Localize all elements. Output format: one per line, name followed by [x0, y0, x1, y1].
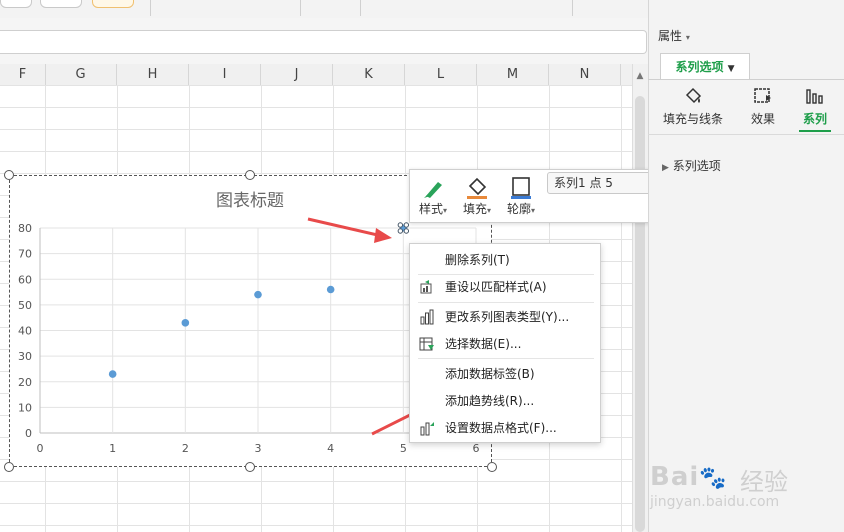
column-header[interactable]: K	[333, 64, 405, 85]
column-header[interactable]: J	[261, 64, 333, 85]
menu-item-format-data-point[interactable]: 设置数据点格式(F)...	[410, 416, 600, 440]
subtab-effects[interactable]: 效果	[745, 86, 781, 127]
column-header[interactable]: G	[45, 64, 117, 85]
style-label: 样式	[418, 202, 443, 216]
active-tab-indicator	[799, 130, 831, 132]
resize-handle[interactable]	[245, 170, 255, 180]
element-selector-value: 系列1 点 5	[554, 176, 613, 190]
column-headers: F G H I J K L M N	[0, 64, 632, 86]
chevron-down-icon: ▾	[685, 33, 690, 42]
resize-handle[interactable]	[487, 462, 497, 472]
brush-icon	[424, 182, 442, 198]
fill-label: 填充	[462, 202, 487, 216]
ribbon-control[interactable]	[0, 0, 32, 8]
ribbon-control[interactable]	[92, 0, 134, 8]
chart-title[interactable]: 图表标题	[180, 186, 320, 211]
ribbon-divider	[300, 0, 301, 16]
column-header[interactable]: M	[477, 64, 549, 85]
menu-item-reset-style[interactable]: 重设以匹配样式(A)	[410, 275, 600, 299]
outline-icon	[511, 177, 531, 199]
fill-tool[interactable]: 填充▾	[458, 174, 496, 217]
style-tool[interactable]: 样式▾	[414, 174, 452, 217]
watermark-url: jingyan.baidu.com	[650, 494, 780, 510]
menu-separator	[418, 358, 594, 359]
menu-item-select-data[interactable]: 选择数据(E)...	[410, 332, 600, 356]
panel-divider	[648, 134, 844, 135]
column-header[interactable]: N	[549, 64, 621, 85]
ribbon-divider	[572, 0, 573, 16]
menu-item-add-trendline[interactable]: 添加趋势线(R)...	[410, 389, 600, 413]
formula-bar[interactable]	[0, 30, 647, 54]
reset-style-icon	[420, 280, 432, 294]
scrollbar-thumb[interactable]	[635, 96, 645, 532]
resize-handle[interactable]	[245, 462, 255, 472]
column-header[interactable]: F	[0, 64, 46, 85]
menu-separator	[418, 302, 594, 303]
bar-chart-icon	[420, 309, 434, 325]
ribbon-divider	[360, 0, 361, 16]
watermark-text: 经验	[740, 468, 788, 496]
resize-handle[interactable]	[4, 462, 14, 472]
column-header[interactable]: I	[189, 64, 261, 85]
ribbon-control[interactable]	[40, 0, 82, 8]
column-header[interactable]: L	[405, 64, 477, 85]
subtab-series[interactable]: 系列	[797, 86, 833, 127]
select-data-icon	[419, 337, 434, 351]
tab-series-options[interactable]: 系列选项 ▼	[660, 53, 750, 79]
format-point-icon	[420, 422, 434, 436]
chevron-down-icon: ▼	[727, 64, 735, 74]
menu-item-delete-series[interactable]: 删除系列(T)	[410, 248, 600, 272]
ribbon-strip	[0, 0, 648, 19]
fill-bucket-icon	[467, 177, 487, 199]
outline-label: 轮廓	[506, 202, 531, 216]
outline-tool[interactable]: 轮廓▾	[502, 174, 540, 217]
resize-handle[interactable]	[4, 170, 14, 180]
column-header[interactable]: H	[117, 64, 189, 85]
watermark-logo: Bai🐾	[650, 462, 728, 492]
series-icon	[806, 89, 823, 104]
context-menu: 删除系列(T) 重设以匹配样式(A) 更改系列图表类型(Y)... 选择数据(E…	[409, 243, 601, 443]
scroll-up-icon[interactable]: ▲	[634, 70, 646, 82]
tab-baseline	[648, 79, 844, 80]
menu-item-add-data-labels[interactable]: 添加数据标签(B)	[410, 362, 600, 386]
panel-title[interactable]: 属性 ▾	[658, 27, 690, 44]
subtab-fill-line[interactable]: 填充与线条	[662, 86, 724, 127]
fill-line-icon	[685, 87, 702, 104]
menu-item-change-chart-type[interactable]: 更改系列图表类型(Y)...	[410, 305, 600, 329]
ribbon-divider	[150, 0, 151, 16]
effects-icon	[754, 88, 771, 103]
chevron-right-icon: ▶	[662, 163, 669, 173]
section-series-options[interactable]: ▶ 系列选项	[662, 157, 721, 174]
